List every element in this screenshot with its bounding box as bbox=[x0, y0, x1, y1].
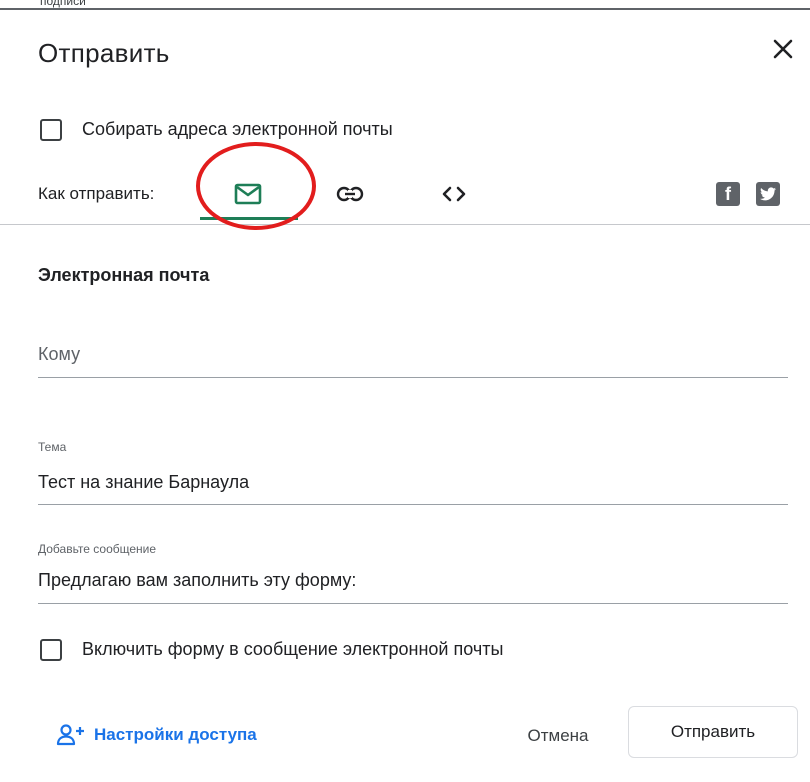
link-icon bbox=[336, 186, 364, 202]
facebook-icon: f bbox=[725, 183, 731, 204]
partial-background-text: подписи bbox=[40, 0, 86, 8]
twitter-icon bbox=[760, 187, 776, 201]
dialog-title: Отправить bbox=[38, 38, 170, 68]
message-underline bbox=[38, 603, 788, 604]
collect-emails-label: Собирать адреса электронной почты bbox=[82, 119, 393, 139]
message-label: Добавьте сообщение bbox=[38, 542, 157, 556]
close-icon bbox=[773, 39, 793, 59]
tab-embed[interactable] bbox=[434, 176, 474, 212]
subject-field[interactable]: Тема Тест на знание Барнаула bbox=[38, 440, 788, 506]
subject-underline bbox=[38, 504, 788, 505]
code-icon bbox=[442, 186, 466, 202]
close-button[interactable] bbox=[766, 32, 800, 66]
tab-email[interactable] bbox=[226, 176, 270, 212]
to-field[interactable]: Кому bbox=[38, 344, 788, 380]
collect-emails-checkbox[interactable] bbox=[40, 119, 62, 141]
subject-label: Тема bbox=[38, 440, 67, 454]
window-top-border bbox=[0, 8, 810, 10]
send-button[interactable]: Отправить bbox=[628, 706, 798, 758]
include-form-label: Включить форму в сообщение электронной п… bbox=[82, 639, 504, 659]
tabs-divider bbox=[0, 224, 810, 225]
include-form-checkbox[interactable] bbox=[40, 639, 62, 661]
send-via-label: Как отправить: bbox=[38, 184, 155, 203]
access-settings-label: Настройки доступа bbox=[94, 725, 257, 744]
mail-icon bbox=[234, 183, 262, 205]
active-tab-indicator bbox=[200, 217, 298, 220]
facebook-share-button[interactable]: f bbox=[716, 182, 740, 206]
to-underline bbox=[38, 377, 788, 378]
message-value: Предлагаю вам заполнить эту форму: bbox=[38, 570, 357, 590]
cancel-button[interactable]: Отмена bbox=[506, 718, 610, 754]
add-person-icon bbox=[56, 724, 84, 746]
twitter-share-button[interactable] bbox=[756, 182, 780, 206]
to-placeholder: Кому bbox=[38, 344, 81, 364]
message-field[interactable]: Добавьте сообщение Предлагаю вам заполни… bbox=[38, 542, 788, 606]
access-settings-button[interactable]: Настройки доступа bbox=[56, 724, 257, 746]
tab-link[interactable] bbox=[330, 176, 370, 212]
email-section-title: Электронная почта bbox=[38, 265, 210, 285]
subject-value: Тест на знание Барнаула bbox=[38, 472, 250, 492]
